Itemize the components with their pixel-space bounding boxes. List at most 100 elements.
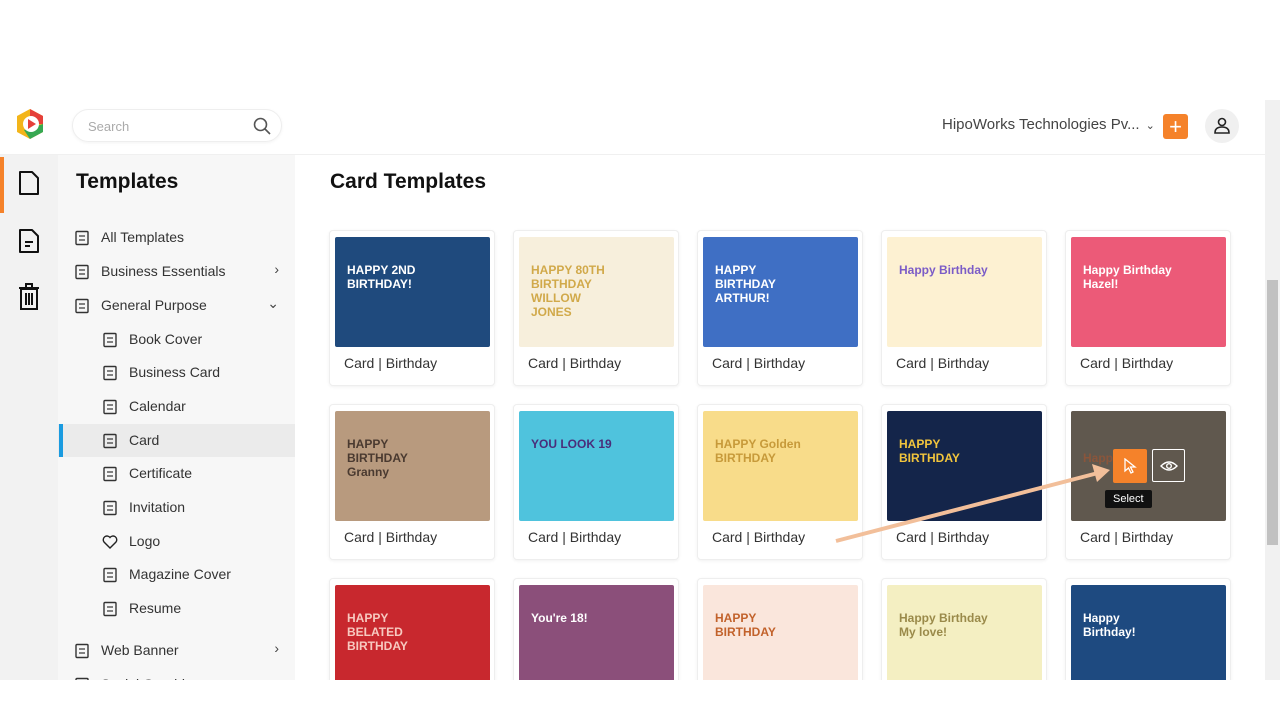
sidebar-item-label: Magazine Cover xyxy=(129,566,231,582)
sidebar-item-general-purpose[interactable]: General Purpose ⌄ xyxy=(58,289,295,322)
template-thumbnail[interactable]: Happy Birthday xyxy=(887,237,1042,347)
template-card[interactable]: HAPPY BIRTHDAY ARTHUR! Card | Birthday xyxy=(697,230,863,386)
user-avatar-button[interactable] xyxy=(1205,109,1239,143)
thumbnail-text: You're 18! xyxy=(531,611,588,625)
template-thumbnail[interactable]: HAPPY BIRTHDAY ARTHUR! xyxy=(703,237,858,347)
template-card[interactable]: HAPPY BIRTHDAY Granny Card | Birthday xyxy=(329,404,495,560)
template-thumbnail[interactable]: HAPPY BIRTHDAY Granny xyxy=(335,411,490,521)
sidebar-item-calendar[interactable]: Calendar xyxy=(58,390,295,423)
template-card[interactable]: Happ Select Card | Birthday xyxy=(1065,404,1231,560)
sidebar-item-card[interactable]: Card xyxy=(58,424,295,457)
sidebar-item-business-card[interactable]: Business Card xyxy=(58,356,295,389)
template-thumbnail[interactable]: Happy Birthday My love! xyxy=(887,585,1042,680)
preview-button[interactable] xyxy=(1152,449,1185,482)
organization-dropdown[interactable]: HipoWorks Technologies Pv... ⌄ xyxy=(942,116,1155,133)
template-card[interactable]: HAPPY BIRTHDAY xyxy=(697,578,863,680)
cursor-icon xyxy=(1124,458,1137,474)
sidebar-item-certificate[interactable]: Certificate xyxy=(58,457,295,490)
chevron-down-icon[interactable]: ⌄ xyxy=(267,295,279,312)
thumbnail-text: HAPPY 80TH BIRTHDAY WILLOW JONES xyxy=(531,263,605,319)
chevron-right-icon[interactable]: › xyxy=(274,674,279,680)
page-title: Card Templates xyxy=(330,170,486,193)
award-icon xyxy=(103,466,117,482)
layout-icon xyxy=(75,230,89,246)
app-window: Search HipoWorks Technologies Pv... ⌄ + T… xyxy=(0,100,1280,680)
magazine-icon xyxy=(103,567,117,583)
sidebar-item-all-templates[interactable]: All Templates xyxy=(58,221,295,254)
sidebar-item-label: Web Banner xyxy=(101,642,179,658)
thumbnail-text: HAPPY Golden BIRTHDAY xyxy=(715,437,801,465)
templates-icon[interactable] xyxy=(18,170,40,196)
building-icon xyxy=(75,264,89,280)
chevron-right-icon[interactable]: › xyxy=(274,261,279,277)
template-thumbnail[interactable]: HAPPY Golden BIRTHDAY xyxy=(703,411,858,521)
sidebar-item-logo[interactable]: Logo xyxy=(58,525,295,558)
template-thumbnail[interactable]: Happy Birthday Hazel! xyxy=(1071,237,1226,347)
app-logo xyxy=(17,109,43,139)
select-button[interactable] xyxy=(1113,449,1147,483)
sidebar-item-web-banner[interactable]: Web Banner › xyxy=(58,634,295,667)
template-card[interactable]: HAPPY BIRTHDAY Card | Birthday xyxy=(881,404,1047,560)
template-thumbnail[interactable]: YOU LOOK 19 xyxy=(519,411,674,521)
template-card[interactable]: Happy Birthday! xyxy=(1065,578,1231,680)
template-card[interactable]: You're 18! xyxy=(513,578,679,680)
thumbnail-text: HAPPY BELATED BIRTHDAY xyxy=(347,611,408,653)
template-thumbnail[interactable]: HAPPY BIRTHDAY xyxy=(887,411,1042,521)
template-thumbnail[interactable]: You're 18! xyxy=(519,585,674,680)
sidebar-item-invitation[interactable]: Invitation xyxy=(58,491,295,524)
template-card[interactable]: YOU LOOK 19 Card | Birthday xyxy=(513,404,679,560)
template-thumbnail[interactable]: Happy Birthday! xyxy=(1071,585,1226,680)
chevron-right-icon[interactable]: › xyxy=(274,640,279,656)
sidebar-item-label: General Purpose xyxy=(101,297,207,313)
list-icon xyxy=(75,298,89,314)
template-card[interactable]: HAPPY BELATED BIRTHDAY xyxy=(329,578,495,680)
sidebar-item-resume[interactable]: Resume xyxy=(58,592,295,625)
sidebar-item-label: Invitation xyxy=(129,499,186,515)
template-card[interactable]: HAPPY 80TH BIRTHDAY WILLOW JONES Card | … xyxy=(513,230,679,386)
thumbnail-text: Happy Birthday xyxy=(899,263,988,277)
thumbnail-text: Happy Birthday My love! xyxy=(899,611,988,639)
search-input[interactable]: Search xyxy=(72,109,282,142)
sidebar-item-magazine-cover[interactable]: Magazine Cover xyxy=(58,558,295,591)
sidebar-title: Templates xyxy=(76,170,179,193)
template-card[interactable]: HAPPY Golden BIRTHDAY Card | Birthday xyxy=(697,404,863,560)
sidebar-item-business-essentials[interactable]: Business Essentials › xyxy=(58,255,295,288)
banner-icon xyxy=(75,643,89,659)
share-icon xyxy=(75,677,89,680)
template-thumbnail[interactable]: HAPPY BIRTHDAY xyxy=(703,585,858,680)
template-card[interactable]: HAPPY 2ND BIRTHDAY! Card | Birthday xyxy=(329,230,495,386)
card-icon xyxy=(103,433,117,449)
top-header: Search HipoWorks Technologies Pv... ⌄ + xyxy=(0,100,1265,155)
sidebar-item-label: Logo xyxy=(129,533,161,549)
user-icon xyxy=(1214,117,1230,134)
template-thumbnail[interactable]: HAPPY 2ND BIRTHDAY! xyxy=(335,237,490,347)
template-thumbnail[interactable]: Happ Select xyxy=(1071,411,1226,521)
search-icon[interactable] xyxy=(253,117,271,135)
sidebar-item-book-cover[interactable]: Book Cover xyxy=(58,323,295,356)
document-icon[interactable] xyxy=(18,228,40,254)
template-card-label: Card | Birthday xyxy=(344,529,438,545)
search-placeholder: Search xyxy=(88,119,130,134)
icon-rail xyxy=(0,155,58,680)
sidebar-item-label: Book Cover xyxy=(129,331,203,347)
vertical-scrollbar[interactable] xyxy=(1265,100,1280,680)
main-content: Card Templates HAPPY 2ND BIRTHDAY! Card … xyxy=(295,155,1265,680)
create-button[interactable]: + xyxy=(1163,114,1188,139)
sidebar-item-label: Card xyxy=(129,432,160,448)
template-card-label: Card | Birthday xyxy=(344,355,438,371)
thumbnail-text: HAPPY BIRTHDAY ARTHUR! xyxy=(715,263,776,305)
scrollbar-thumb[interactable] xyxy=(1267,280,1278,545)
id-card-icon xyxy=(103,365,117,381)
sidebar-item-social-graphic[interactable]: Social Graphic › xyxy=(58,668,295,680)
template-thumbnail[interactable]: HAPPY 80TH BIRTHDAY WILLOW JONES xyxy=(519,237,674,347)
template-card-label: Card | Birthday xyxy=(896,529,990,545)
template-thumbnail[interactable]: HAPPY BELATED BIRTHDAY xyxy=(335,585,490,680)
template-card[interactable]: Happy Birthday Hazel! Card | Birthday xyxy=(1065,230,1231,386)
template-card[interactable]: Happy Birthday Card | Birthday xyxy=(881,230,1047,386)
trash-icon[interactable] xyxy=(18,283,40,311)
sidebar-item-label: Business Card xyxy=(129,364,221,380)
template-card-label: Card | Birthday xyxy=(1080,529,1174,545)
sidebar-item-label: Calendar xyxy=(129,398,186,414)
thumbnail-text: Happy Birthday! xyxy=(1083,611,1136,639)
template-card[interactable]: Happy Birthday My love! xyxy=(881,578,1047,680)
